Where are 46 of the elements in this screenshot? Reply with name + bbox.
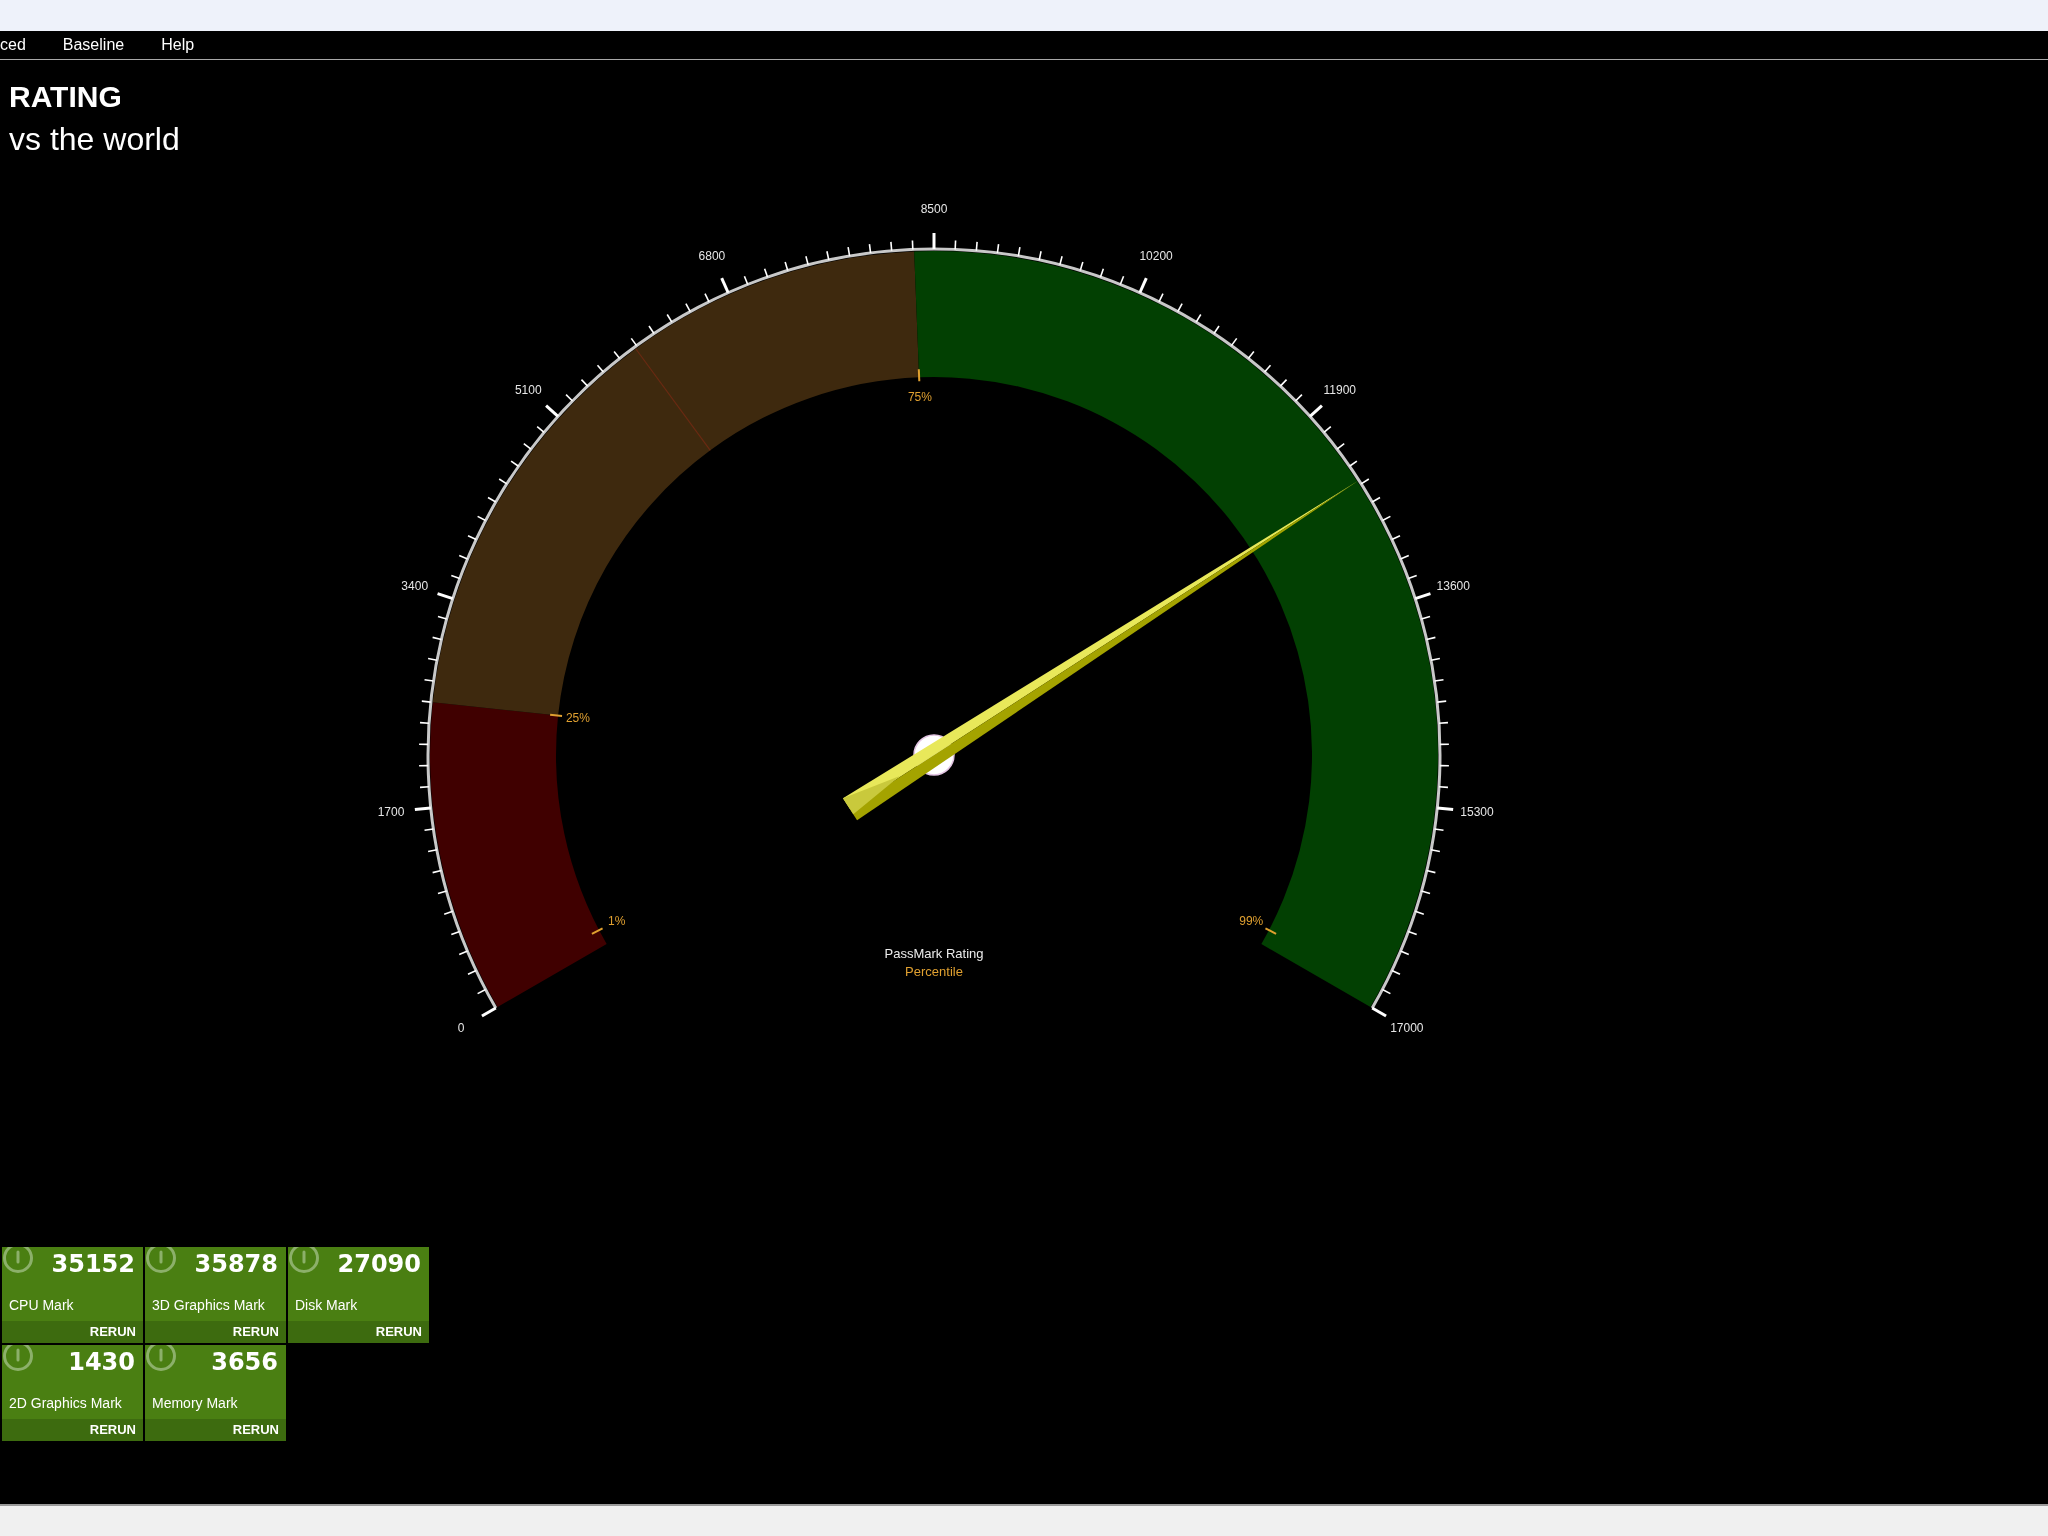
percentile-marker xyxy=(917,368,921,383)
clock-icon xyxy=(145,1247,177,1275)
rerun-button[interactable]: RERUN xyxy=(145,1419,286,1441)
score-label: CPU Mark xyxy=(8,1297,74,1313)
menu-item[interactable]: Baseline xyxy=(62,35,125,55)
score-value: 3656 xyxy=(211,1351,279,1373)
percentile-label: 1% xyxy=(608,913,626,928)
scale-label: 13600 xyxy=(1436,579,1470,594)
scale-label: 15300 xyxy=(1460,805,1494,820)
page-title: RATING xyxy=(9,80,122,114)
scale-label: 0 xyxy=(457,1021,465,1035)
rerun-button[interactable]: RERUN xyxy=(2,1321,143,1343)
score-label: Memory Mark xyxy=(151,1395,238,1411)
score-label: 2D Graphics Mark xyxy=(8,1395,122,1411)
clock-icon xyxy=(288,1247,320,1275)
scale-label: 3400 xyxy=(401,579,429,594)
clock-icon xyxy=(2,1247,34,1275)
score-value: 35878 xyxy=(194,1253,279,1275)
percentile-label: 99% xyxy=(1239,913,1264,928)
score-label: 3D Graphics Mark xyxy=(151,1297,265,1313)
gauge-title: PassMark Rating xyxy=(884,945,984,961)
scale-label: 8500 xyxy=(920,202,948,216)
scale-label: 6800 xyxy=(698,249,726,264)
rerun-button[interactable]: RERUN xyxy=(288,1321,429,1343)
menu-item[interactable]: ced xyxy=(0,35,26,55)
percentile-label: 25% xyxy=(565,710,590,725)
clock-icon xyxy=(2,1345,34,1373)
menu-item[interactable]: Help xyxy=(161,35,195,55)
scale-label: 17000 xyxy=(1390,1021,1424,1035)
score-label: Disk Mark xyxy=(294,1297,358,1313)
clock-icon xyxy=(145,1345,177,1373)
percentile-marker xyxy=(1264,927,1278,935)
gauge-subtitle: Percentile xyxy=(905,963,963,979)
page-subtitle: vs the world xyxy=(9,121,180,158)
scale-label: 1700 xyxy=(377,805,405,820)
percentile-marker xyxy=(590,927,604,935)
score-value: 27090 xyxy=(337,1253,422,1275)
percentile-marker xyxy=(549,713,564,717)
percentile-label: 75% xyxy=(907,390,932,405)
score-value: 1430 xyxy=(68,1351,136,1373)
scale-label: 5100 xyxy=(514,382,542,397)
scale-label: 10200 xyxy=(1139,249,1173,264)
scale-label: 11900 xyxy=(1323,382,1356,397)
score-value: 35152 xyxy=(51,1253,136,1275)
rerun-button[interactable]: RERUN xyxy=(2,1419,143,1441)
rerun-button[interactable]: RERUN xyxy=(145,1321,286,1343)
